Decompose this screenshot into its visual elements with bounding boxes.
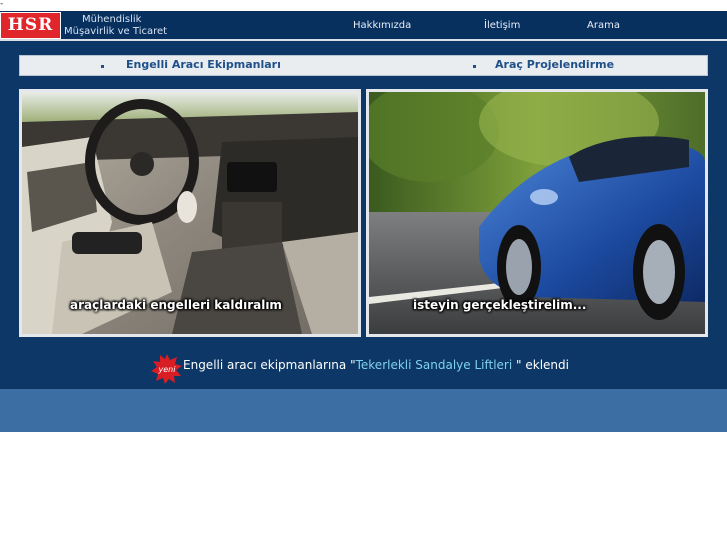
news-close-quote: "	[516, 358, 522, 372]
news-suffix: eklendi	[525, 358, 569, 372]
tagline-line-1: Mühendislik	[82, 14, 142, 25]
photo-car-interior[interactable]: araçlardaki engelleri kaldıralım	[19, 89, 361, 337]
new-starburst-icon: yeni	[151, 354, 182, 384]
nav-contact-link[interactable]: İletişim	[484, 20, 520, 31]
photo-caption-right: isteyin gerçekleştirelim...	[413, 298, 587, 312]
bullet-icon	[101, 65, 104, 68]
news-prefix: Engelli aracı ekipmanlarına	[183, 358, 347, 372]
footer-bar	[0, 389, 727, 432]
photo-blue-sports-car[interactable]: isteyin gerçekleştirelim...	[366, 89, 708, 337]
nav-about-link[interactable]: Hakkımızda	[353, 20, 411, 31]
new-badge-label: yeni	[158, 365, 177, 374]
news-highlight-link[interactable]: Tekerlekli Sandalye Liftleri	[356, 358, 513, 372]
stray-mark: -	[0, 0, 4, 9]
tagline-line-2: Müşavirlik ve Ticaret	[64, 26, 168, 37]
category-link-disabled-equipment[interactable]: Engelli Aracı Ekipmanları	[126, 58, 281, 71]
bullet-icon	[473, 65, 476, 68]
photo-caption-left: araçlardaki engelleri kaldıralım	[70, 298, 282, 312]
category-link-vehicle-projects[interactable]: Araç Projelendirme	[495, 58, 614, 71]
hsr-logo[interactable]: HSR	[0, 12, 61, 39]
news-announcement[interactable]: Engelli aracı ekipmanlarına "Tekerlekli …	[183, 358, 569, 372]
nav-search-link[interactable]: Arama	[587, 20, 620, 31]
